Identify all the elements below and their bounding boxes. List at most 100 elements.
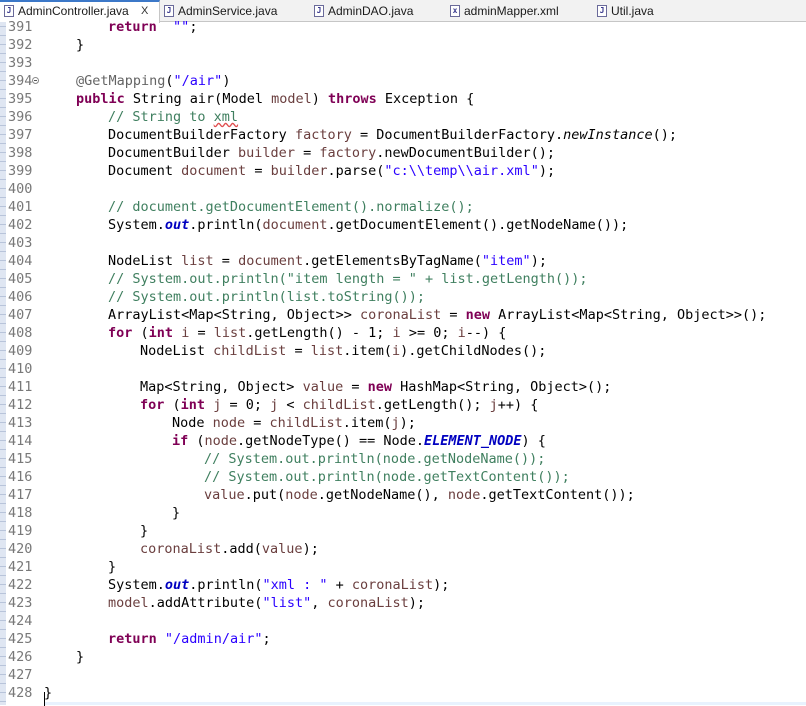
code-token: HashMap<String, Object>(); [391,379,612,395]
code-line[interactable]: 413 Node node = childList.item(j); [0,414,806,432]
code-token: } [76,37,85,53]
code-token: new [367,379,392,395]
code-line[interactable]: 423 model.addAttribute("list", coronaList… [0,594,806,612]
code-token: .getElementsByTagName( [303,253,482,269]
code-line[interactable]: 421} [0,558,806,576]
code-line[interactable]: 401 // document.getDocumentElement().norm… [0,198,806,216]
code-text: value.put(node.getNodeName(), node.getTe… [204,486,635,504]
code-line[interactable]: 394 @GetMapping("/air") [0,72,806,90]
code-token: builder [270,163,328,179]
code-line[interactable]: 416 // System.out.println(node.getTextCon… [0,468,806,486]
code-token: = 0; [221,397,271,413]
code-line[interactable]: 403 [0,234,806,252]
code-token: if [172,433,189,449]
code-token: ELEMENT_NODE [423,433,522,449]
code-line[interactable]: 412 for (int j = 0; j < childList.getLeng… [0,396,806,414]
code-line[interactable]: 391 return ""; [0,18,806,36]
code-token: .println( [189,217,263,233]
code-token: node [447,487,481,503]
code-text: coronaList.add(value); [140,540,319,558]
code-line[interactable]: 400 [0,180,806,198]
code-token: .newDocumentBuilder(); [376,145,556,161]
code-line[interactable]: 397 DocumentBuilderFactory factory = Docu… [0,126,806,144]
code-token: .println( [189,577,263,593]
code-token: ); [302,541,319,557]
code-text: DocumentBuilderFactory factory = Documen… [108,126,677,144]
code-token: node [285,487,318,503]
code-line[interactable]: 408 for (int i = list.getLength() - 1; i … [0,324,806,342]
code-line[interactable]: 396 // String to xml [0,108,806,126]
code-line[interactable]: 424 [0,612,806,630]
line-number: 417 [8,487,33,503]
code-token: model [108,595,149,611]
code-text: } [76,36,84,54]
line-number: 400 [8,181,33,197]
code-token: list [310,343,344,359]
code-token: // System.out.println(list.toString()); [108,289,425,305]
code-token: = [441,307,466,323]
code-token: = [286,343,311,359]
code-line[interactable]: 425 return "/admin/air"; [0,630,806,648]
code-token: NodeList [140,343,214,359]
code-text: return "/admin/air"; [108,630,271,648]
line-number: 414 [8,433,33,449]
code-token: throws [328,91,377,107]
code-line[interactable]: 407 ArrayList<Map<String, Object>> corona… [0,306,806,324]
code-token: , [311,595,328,611]
code-line[interactable]: 399 Document document = builder.parse("c:… [0,162,806,180]
line-number: 393 [8,55,33,71]
line-number: 413 [8,415,33,431]
code-token: = [245,415,270,431]
code-line[interactable]: 406 // System.out.println(list.toString()… [0,288,806,306]
code-line[interactable]: 398 DocumentBuilder builder = factory.new… [0,144,806,162]
line-number: 398 [8,145,33,161]
line-number: 428 [8,685,33,701]
code-token: ) [311,91,328,107]
code-line[interactable]: 395 public String air(Model model) throws… [0,90,806,108]
code-token: ); [408,595,426,611]
code-token: Node [172,415,213,431]
code-line[interactable]: 418} [0,504,806,522]
code-editor[interactable]: 391 return ""; 392} 393 394 @GetMapping("/air… [0,19,806,706]
code-text: } [76,648,84,666]
code-line[interactable]: 402 System.out.println(document.getDocume… [0,216,806,234]
code-text: public String air(Model model) throws Ex… [76,90,474,108]
code-line[interactable]: 420 coronaList.add(value); [0,540,806,558]
code-token: value [261,541,303,557]
code-line[interactable]: 426} [0,648,806,666]
code-line[interactable]: 405 // System.out.println("item length = … [0,270,806,288]
code-line[interactable]: 404 NodeList list = document.getElementsB… [0,252,806,270]
code-text: ArrayList<Map<String, Object>> coronaLis… [108,306,766,324]
code-line[interactable]: 427 [0,666,806,684]
code-line[interactable]: 422 System.out.println("xml : " + coronaL… [0,576,806,594]
code-token: xml [213,109,239,125]
code-line[interactable]: 410 [0,360,806,378]
code-token: factory [294,127,352,143]
code-token: = [189,325,214,341]
code-token: .add( [221,541,262,557]
code-text: // document.getDocumentElement().normali… [108,198,474,216]
code-token: .addAttribute( [148,595,263,611]
code-line[interactable]: 409 NodeList childList = list.item(i).get… [0,342,806,360]
code-token: // System.out.println("item length = " +… [108,271,588,287]
code-line[interactable]: 392} [0,36,806,54]
code-token: return [108,19,157,35]
code-token: int [180,397,206,413]
code-line[interactable]: 414 if (node.getNodeType() == Node.ELEMEN… [0,432,806,450]
code-line[interactable]: 417 value.put(node.getNodeName(), node.ge… [0,486,806,504]
code-text: // System.out.println(list.toString()); [108,288,425,306]
code-token: ) { [521,433,546,449]
line-number: 407 [8,307,33,323]
code-line[interactable]: 415 // System.out.println(node.getNodeNam… [0,450,806,468]
code-line[interactable]: 393 [0,54,806,72]
code-line[interactable]: 428} [0,684,806,702]
line-number: 427 [8,667,33,683]
code-line[interactable]: 411 Map<String, Object> value = new HashM… [0,378,806,396]
line-number: 401 [8,199,33,215]
collapse-fold-icon[interactable] [32,77,39,84]
code-line[interactable]: 419} [0,522,806,540]
line-number: 396 [8,109,33,125]
code-token: childList [213,343,287,359]
line-number: 412 [8,397,33,413]
